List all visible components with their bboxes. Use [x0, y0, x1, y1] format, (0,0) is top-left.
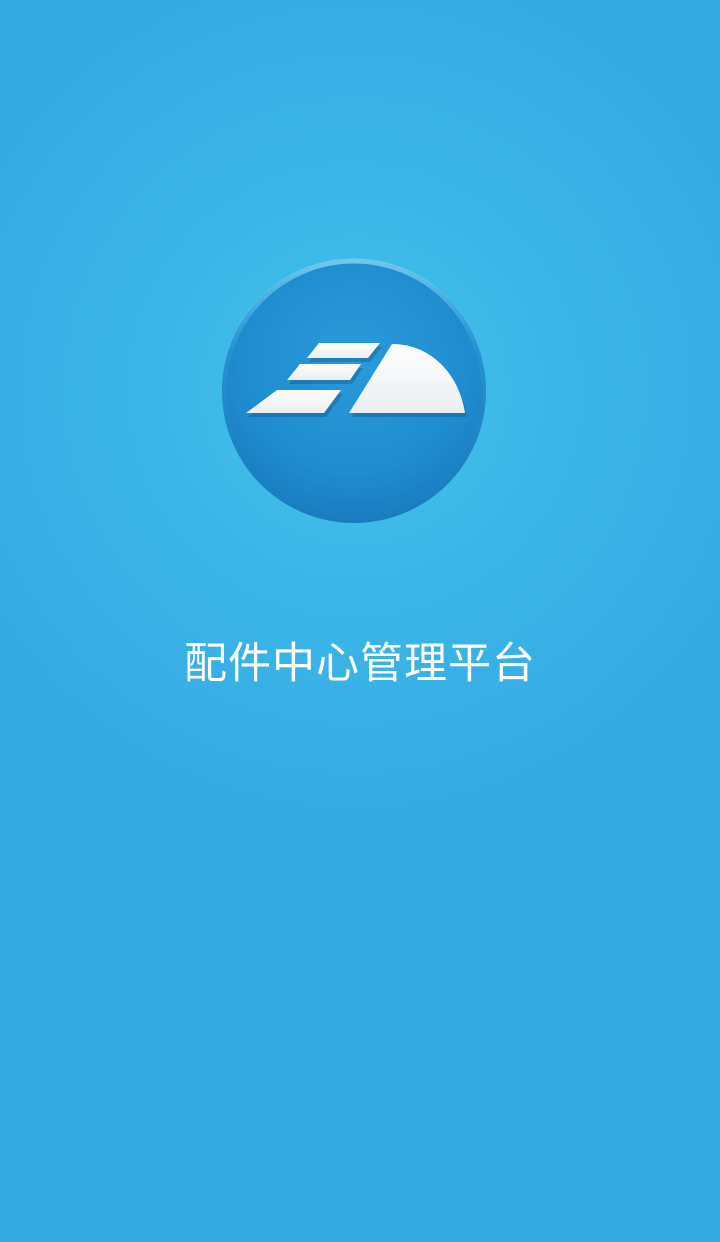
- splash-screen: 配件中心管理平台: [0, 0, 720, 1242]
- logo-graphic: [221, 258, 487, 524]
- logo-stripe-top: [307, 343, 380, 358]
- company-logo-icon: [221, 258, 487, 524]
- logo-stripe-middle: [287, 364, 361, 380]
- app-title: 配件中心管理平台: [184, 639, 536, 689]
